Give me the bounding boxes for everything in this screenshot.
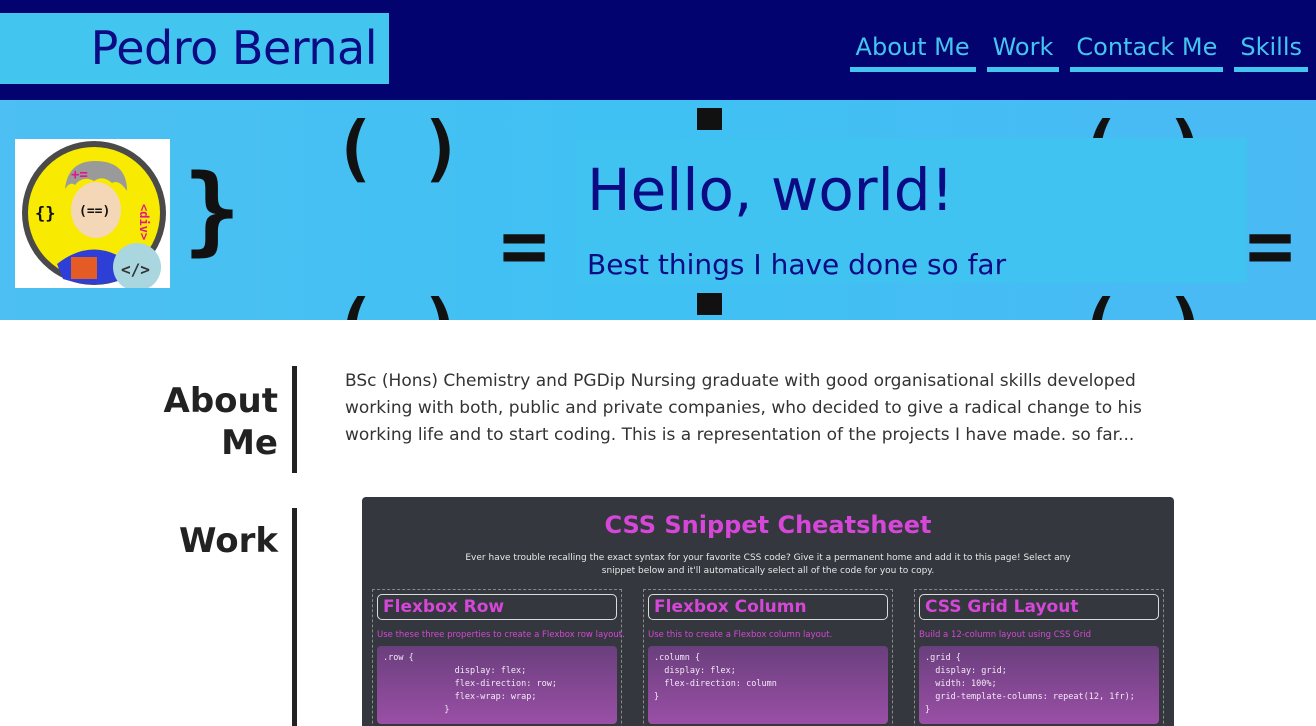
avatar: += (==) {} <div> </>: [15, 139, 170, 291]
project-description: Ever have trouble recalling the exact sy…: [465, 553, 1071, 576]
snippet-title: CSS Grid Layout: [919, 594, 1159, 620]
nav-contact-me[interactable]: Contack Me: [1070, 30, 1224, 72]
about-text: BSc (Hons) Chemistry and PGDip Nursing g…: [345, 371, 1142, 445]
snippet-code[interactable]: .column { display: flex; flex-direction:…: [648, 646, 888, 724]
snippet-note: Build a 12-column layout using CSS Grid: [919, 630, 1091, 640]
about-heading-line2: Me: [221, 423, 278, 463]
avatar-icon: += (==) {} <div> </>: [22, 141, 166, 291]
snippet-card[interactable]: CSS Grid Layout Build a 12-column layout…: [914, 589, 1164, 726]
about-heading-line1: About: [163, 381, 278, 421]
decor-parens-glyph: ( ): [333, 106, 464, 190]
snippet-note: Use these three properties to create a F…: [377, 630, 625, 640]
snippet-card[interactable]: Flexbox Row Use these three properties t…: [372, 589, 625, 726]
svg-text:(==): (==): [79, 204, 110, 219]
nav-work[interactable]: Work: [986, 30, 1060, 72]
snippet-code[interactable]: .grid { display: grid; width: 100%; grid…: [919, 646, 1159, 724]
project-screenshot[interactable]: CSS Snippet Cheatsheet Ever have trouble…: [362, 497, 1174, 726]
nav-skills[interactable]: Skills: [1234, 30, 1308, 72]
decor-equals-glyph: =: [500, 199, 549, 292]
decor-parens-glyph: ( ): [1078, 290, 1208, 320]
main-nav: About Me Work Contack Me Skills: [849, 30, 1308, 72]
hero-title: Hello, world!: [587, 156, 954, 224]
project-title: CSS Snippet Cheatsheet: [604, 511, 932, 539]
snippet-title: Flexbox Column: [648, 594, 888, 620]
svg-text:<div>: <div>: [137, 204, 151, 240]
hero-heading-box: Hello, world! Best things I have done so…: [577, 138, 1247, 283]
work-heading: Work: [0, 508, 297, 726]
hero-banner: } ( ) ( ) = ( ) ( ) = += (==) {} <div> <…: [0, 100, 1316, 320]
decor-semicolon-glyph: [697, 108, 722, 130]
site-header: Pedro Bernal About Me Work Contack Me Sk…: [0, 0, 1316, 100]
snippet-title: Flexbox Row: [377, 594, 617, 620]
brand-box[interactable]: Pedro Bernal: [0, 13, 389, 84]
snippet-card[interactable]: Flexbox Column Use this to create a Flex…: [643, 589, 893, 726]
svg-text:+=: +=: [71, 167, 88, 183]
hero-subtitle: Best things I have done so far: [587, 248, 1007, 281]
svg-text:{}: {}: [35, 204, 55, 224]
snippet-code[interactable]: .row { display: flex; flex-direction: ro…: [377, 646, 617, 724]
nav-about-me[interactable]: About Me: [849, 30, 976, 72]
decor-brace-glyph: }: [183, 154, 241, 266]
decor-equals-glyph: =: [1246, 199, 1295, 292]
snippet-note: Use this to create a Flexbox column layo…: [648, 630, 833, 640]
work-heading-label: Work: [178, 521, 278, 561]
svg-text:</>: </>: [121, 260, 150, 279]
decor-parens-glyph: ( ): [333, 290, 463, 320]
about-heading: About Me: [0, 366, 297, 473]
brand-name[interactable]: Pedro Bernal: [91, 21, 378, 75]
decor-semicolon-glyph: [697, 293, 722, 315]
